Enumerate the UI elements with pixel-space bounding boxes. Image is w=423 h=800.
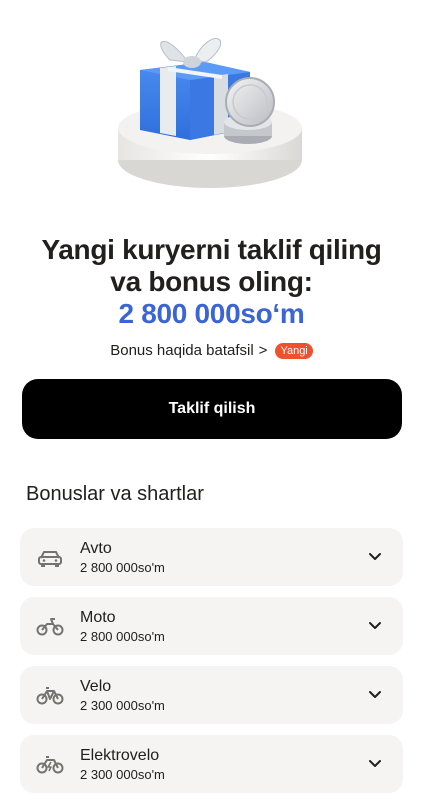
bicycle-icon <box>36 687 64 705</box>
bonus-card-velo[interactable]: Velo 2 300 000so'm <box>20 666 403 724</box>
bonus-details-label: Bonus haqida batafsil <box>110 342 254 359</box>
card-amount: 2 800 000so'm <box>80 560 165 575</box>
electric-bicycle-icon <box>36 756 64 774</box>
chevron-down-icon <box>369 760 381 767</box>
motorbike-icon <box>36 618 64 636</box>
bonus-card-avto[interactable]: Avto 2 800 000so'm <box>20 528 403 586</box>
bonus-details-link[interactable]: Bonus haqida batafsil > Yangi <box>0 342 423 359</box>
card-amount: 2 300 000so'm <box>80 698 165 713</box>
chevron-down-icon <box>369 622 381 629</box>
invite-button[interactable]: Taklif qilish <box>22 379 402 439</box>
invite-button-label: Taklif qilish <box>168 400 256 417</box>
chevron-right-icon: > <box>258 342 268 359</box>
chevron-down-icon <box>369 691 381 698</box>
section-title: Bonuslar va shartlar <box>26 483 204 505</box>
bonus-list: Avto 2 800 000so'm Moto 2 800 000so'm Ve… <box>20 528 403 800</box>
new-badge: Yangi <box>275 342 313 359</box>
card-title: Elektrovelo <box>80 747 160 764</box>
card-title: Avto <box>80 540 112 557</box>
bonus-card-moto[interactable]: Moto 2 800 000so'm <box>20 597 403 655</box>
page-title: Yangi kuryerni taklif qiling va bonus ol… <box>0 234 423 330</box>
chevron-down-icon <box>369 553 381 560</box>
card-title: Velo <box>80 678 112 695</box>
card-amount: 2 300 000so'm <box>80 767 165 782</box>
card-amount: 2 800 000so'm <box>80 629 165 644</box>
bonus-amount: 2 800 000so‘m <box>118 298 305 329</box>
bonus-card-elektrovelo[interactable]: Elektrovelo 2 300 000so'm <box>20 735 403 793</box>
car-icon <box>38 551 62 567</box>
headline-line-1: Yangi kuryerni taklif qiling <box>41 234 382 265</box>
card-title: Moto <box>80 609 116 626</box>
gift-illustration <box>0 0 423 220</box>
headline-line-2: va bonus oling: <box>110 266 313 297</box>
